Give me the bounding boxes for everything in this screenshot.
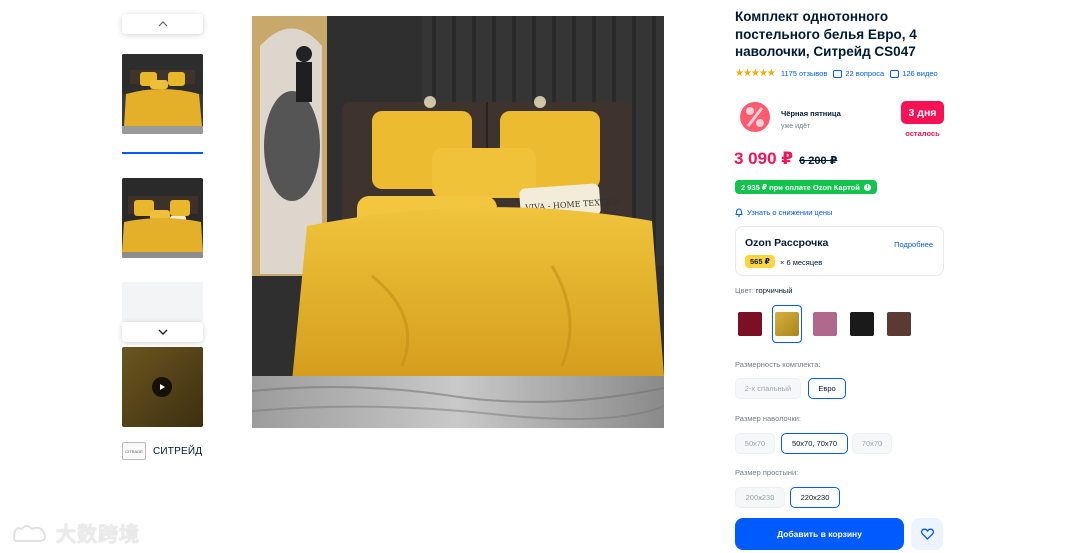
swatch-pink [813, 312, 837, 336]
brand-logo: CITRADE [122, 442, 146, 460]
color-swatch-black[interactable] [847, 305, 877, 343]
bell-icon [735, 208, 743, 217]
watermark: 大数跨境 [10, 518, 140, 547]
product-title: Комплект однотонного постельного белья Е… [735, 9, 917, 59]
play-video-button[interactable] [152, 377, 172, 397]
info-icon: i [863, 183, 871, 191]
pillowcase-option-50x70-70x70[interactable]: 50x70, 70x70 [781, 433, 848, 454]
size-option-euro[interactable]: Евро [808, 378, 846, 399]
questions-count: 22 вопроса [845, 69, 885, 78]
videos-count: 126 видео [902, 69, 938, 78]
thumbnail-3[interactable] [122, 282, 203, 322]
installment-months: × 6 месяцев [780, 258, 823, 267]
ozon-card-price: 2 935 ₽ при оплате Ozon Картой [741, 182, 860, 192]
video-icon [890, 69, 900, 78]
color-swatch-brown[interactable] [884, 305, 914, 343]
heart-icon [920, 528, 934, 540]
thumbnail-photo [122, 54, 203, 134]
sheet-option-220x230[interactable]: 220x230 [790, 487, 840, 508]
product-meta: ★★★★★ 1175 отзывов 22 вопроса 126 видео [735, 68, 938, 79]
color-label-text: Цвет: [735, 286, 754, 295]
installment-more-link[interactable]: Подробнее [894, 240, 933, 249]
chevron-down-icon [158, 329, 167, 335]
swatch-mustard [775, 312, 799, 336]
main-product-image[interactable]: VIVA - HOME TEXTILE [252, 16, 664, 428]
old-price: 6 200 ₽ [799, 155, 838, 167]
promo-subtitle: уже идёт [781, 123, 811, 130]
product-page: CITRADE СИТРЕЙД VIVA - HOME TEXTILE Комп… [0, 0, 1080, 553]
swatch-burgundy [738, 312, 762, 336]
add-to-cart-button[interactable]: Добавить в корзину [735, 518, 904, 550]
swatch-brown [887, 312, 911, 336]
brand-link[interactable]: CITRADE СИТРЕЙД [122, 442, 202, 460]
promo-days-badge: 3 дня [901, 101, 944, 124]
color-swatch-pink[interactable] [810, 305, 840, 343]
sheet-option-200x230[interactable]: 200x230 [735, 487, 785, 508]
percent-icon [740, 102, 770, 132]
pillowcase-label: Размер наволочки: [735, 414, 802, 423]
reviews-link[interactable]: 1175 отзывов [781, 69, 828, 78]
watermark-logo [12, 524, 47, 542]
question-icon [833, 69, 843, 78]
favorite-button[interactable] [911, 518, 943, 550]
price-block: 3 090 ₽ 6 200 ₽ [734, 149, 837, 169]
videos-link[interactable]: 126 видео [890, 69, 938, 78]
ozon-card-price-badge[interactable]: 2 935 ₽ при оплате Ozon Картой i [735, 180, 877, 194]
size-option-double[interactable]: 2-х спальный [735, 378, 801, 399]
current-price: 3 090 ₽ [734, 149, 794, 168]
thumbnail-active-indicator [122, 152, 203, 154]
installment-amount: 565 ₽ [745, 255, 775, 268]
play-icon [160, 384, 165, 390]
promo-block[interactable]: Чёрная пятница уже идёт 3 дня осталось [735, 98, 945, 142]
thumbs-down-button[interactable] [122, 322, 203, 342]
watermark-text: 大数跨境 [56, 524, 140, 546]
swatch-black [850, 312, 874, 336]
thumbs-up-button[interactable] [122, 14, 203, 34]
questions-link[interactable]: 22 вопроса [833, 69, 884, 78]
color-swatch-mustard[interactable] [772, 305, 802, 343]
color-value: горчичный [755, 286, 793, 295]
color-label: Цвет: горчичный [735, 286, 792, 295]
pillowcase-option-70x70[interactable]: 70x70 [852, 433, 892, 454]
product-photo: VIVA - HOME TEXTILE [252, 16, 664, 428]
pillowcase-option-50x70[interactable]: 50x70 [735, 433, 775, 454]
promo-days-left: осталось [905, 129, 940, 138]
installment-title: Ozon Рассрочка [745, 237, 829, 249]
notify-label: Узнать о снижении цены [747, 208, 833, 217]
size-label: Размерность комплекта: [735, 360, 821, 369]
price-drop-notify-link[interactable]: Узнать о снижении цены [735, 208, 832, 217]
thumbnail-2[interactable] [122, 178, 203, 258]
thumbnail-1[interactable] [122, 54, 203, 134]
promo-title: Чёрная пятница [781, 109, 841, 118]
color-swatch-burgundy[interactable] [735, 305, 765, 343]
thumbnail-photo [122, 178, 203, 258]
brand-name: СИТРЕЙД [153, 445, 203, 457]
installment-card[interactable]: Ozon Рассрочка Подробнее 565 ₽ × 6 месяц… [735, 226, 944, 276]
chevron-up-icon [158, 21, 167, 27]
sheet-label: Размер простыни: [735, 468, 799, 477]
rating-stars-icon: ★★★★★ [735, 68, 776, 79]
